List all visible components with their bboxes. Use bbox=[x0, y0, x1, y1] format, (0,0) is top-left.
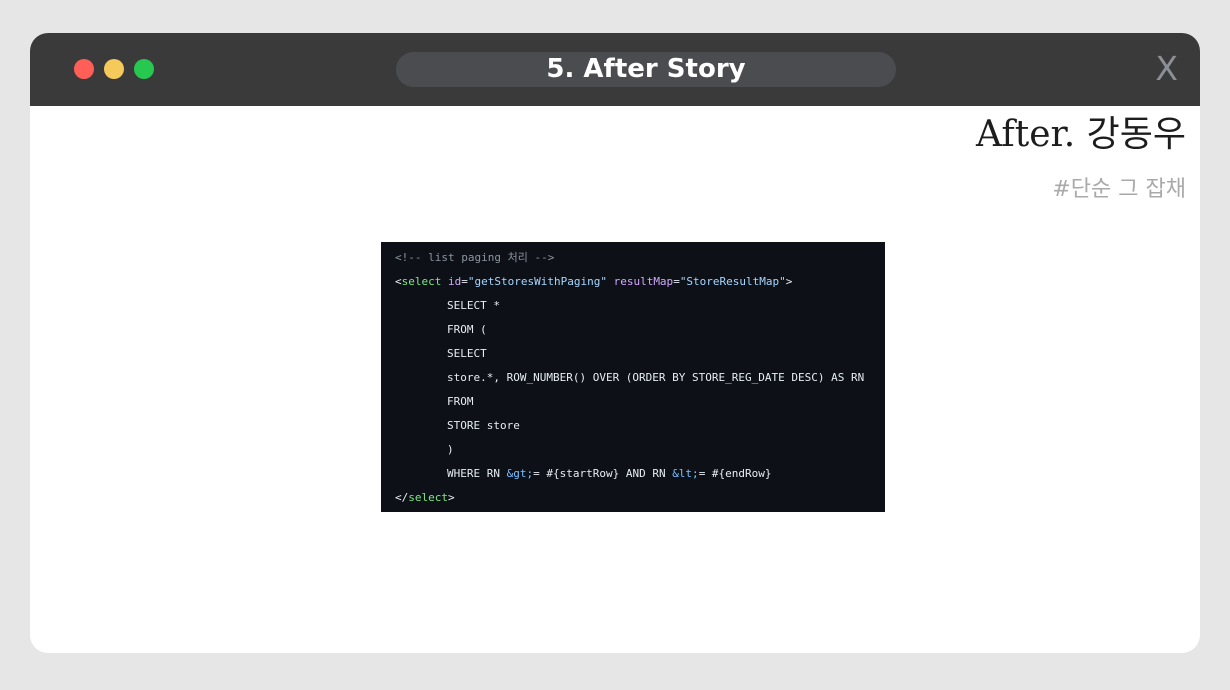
code-bracket: > bbox=[448, 491, 455, 504]
code-bracket: < bbox=[395, 275, 402, 288]
code-line-select-open: <select id="getStoresWithPaging" resultM… bbox=[395, 270, 885, 294]
close-icon[interactable]: X bbox=[1155, 47, 1178, 91]
code-line-close-paren: ) bbox=[447, 443, 454, 456]
code-bracket: > bbox=[785, 275, 793, 288]
code-line-select: SELECT bbox=[447, 347, 487, 360]
code-bracket: </ bbox=[395, 491, 409, 504]
code-snippet: <!-- list paging 처리 --> <select id="getS… bbox=[381, 242, 885, 512]
code-equals: = bbox=[461, 275, 468, 288]
slide-tagline: #단순 그 잡채 bbox=[1052, 177, 1186, 202]
title-bar: 5. After Story X bbox=[30, 33, 1200, 106]
code-where-text: = #{endRow} bbox=[698, 467, 772, 480]
slide-heading: After. 강동우 bbox=[976, 114, 1186, 155]
code-line-from-paren: FROM ( bbox=[447, 323, 487, 336]
code-tag-name: select bbox=[408, 491, 448, 504]
code-comment: <!-- list paging 처리 --> bbox=[395, 251, 555, 264]
code-line-select-star: SELECT * bbox=[447, 299, 500, 312]
code-entity-gt: &gt; bbox=[506, 467, 534, 480]
code-equals: = bbox=[673, 275, 680, 288]
code-value-id: "getStoresWithPaging" bbox=[467, 275, 607, 288]
code-line-select-close: </select> bbox=[395, 486, 885, 510]
presentation-window: 5. After Story X After. 강동우 #단순 그 잡채 <!-… bbox=[30, 33, 1200, 653]
window-maximize-dot[interactable] bbox=[134, 59, 154, 79]
window-title: 5. After Story bbox=[396, 52, 896, 87]
code-entity-lt: &lt; bbox=[672, 467, 699, 480]
code-tag-name: select bbox=[401, 275, 442, 288]
code-where-text: = #{startRow} AND RN bbox=[533, 467, 673, 480]
code-line-from: FROM bbox=[447, 395, 474, 408]
code-line-comment: <!-- list paging 처리 --> bbox=[395, 246, 885, 270]
code-line-store-columns: store.*, ROW_NUMBER() OVER (ORDER BY STO… bbox=[447, 371, 865, 384]
code-value-resultmap: "StoreResultMap" bbox=[679, 275, 786, 288]
window-minimize-dot[interactable] bbox=[104, 59, 124, 79]
code-attr-id: id bbox=[448, 275, 462, 288]
code-line-store-table: STORE store bbox=[447, 419, 520, 432]
code-where-text: WHERE RN bbox=[447, 467, 507, 480]
code-line-where: WHERE RN &gt;= #{startRow} AND RN &lt;= … bbox=[395, 462, 885, 486]
code-attr-resultmap: resultMap bbox=[613, 275, 674, 288]
window-close-dot[interactable] bbox=[74, 59, 94, 79]
